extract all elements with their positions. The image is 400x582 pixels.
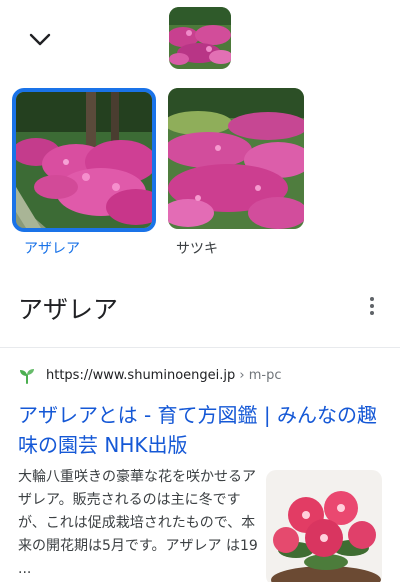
- candidate-satsuki[interactable]: サツキ: [168, 88, 304, 257]
- more-options-button[interactable]: [360, 292, 384, 320]
- candidate-label: アザレア: [24, 241, 80, 257]
- result-heading: アザレア: [18, 295, 119, 324]
- candidate-azalea-image: [12, 88, 156, 232]
- result-title-link[interactable]: アザレアとは - 育て方図鑑 | みんなの趣味の園芸 NHK出版: [18, 400, 383, 460]
- candidate-label: サツキ: [176, 241, 218, 257]
- azalea-garden-image: [169, 7, 231, 69]
- result-thumbnail[interactable]: [266, 470, 382, 582]
- source-url: https://www.shuminoengei.jp: [46, 367, 236, 383]
- candidate-azalea[interactable]: アザレア: [12, 88, 156, 257]
- result-snippet: 大輪八重咲きの豪華な花を咲かせるアザレア。販売されるのは主に冬ですが、これは促成…: [18, 469, 258, 577]
- candidate-satsuki-image: [168, 88, 304, 229]
- collapse-button[interactable]: [24, 24, 56, 56]
- more-vert-icon: [370, 297, 374, 301]
- result-source[interactable]: https://www.shuminoengei.jp › m-pc: [18, 366, 281, 384]
- source-path: › m-pc: [239, 367, 282, 383]
- chevron-down-icon: [29, 33, 51, 46]
- divider: [0, 347, 400, 348]
- sprout-icon: [20, 369, 34, 384]
- query-image-thumbnail[interactable]: [169, 7, 231, 69]
- azalea-flower-image: [266, 470, 382, 582]
